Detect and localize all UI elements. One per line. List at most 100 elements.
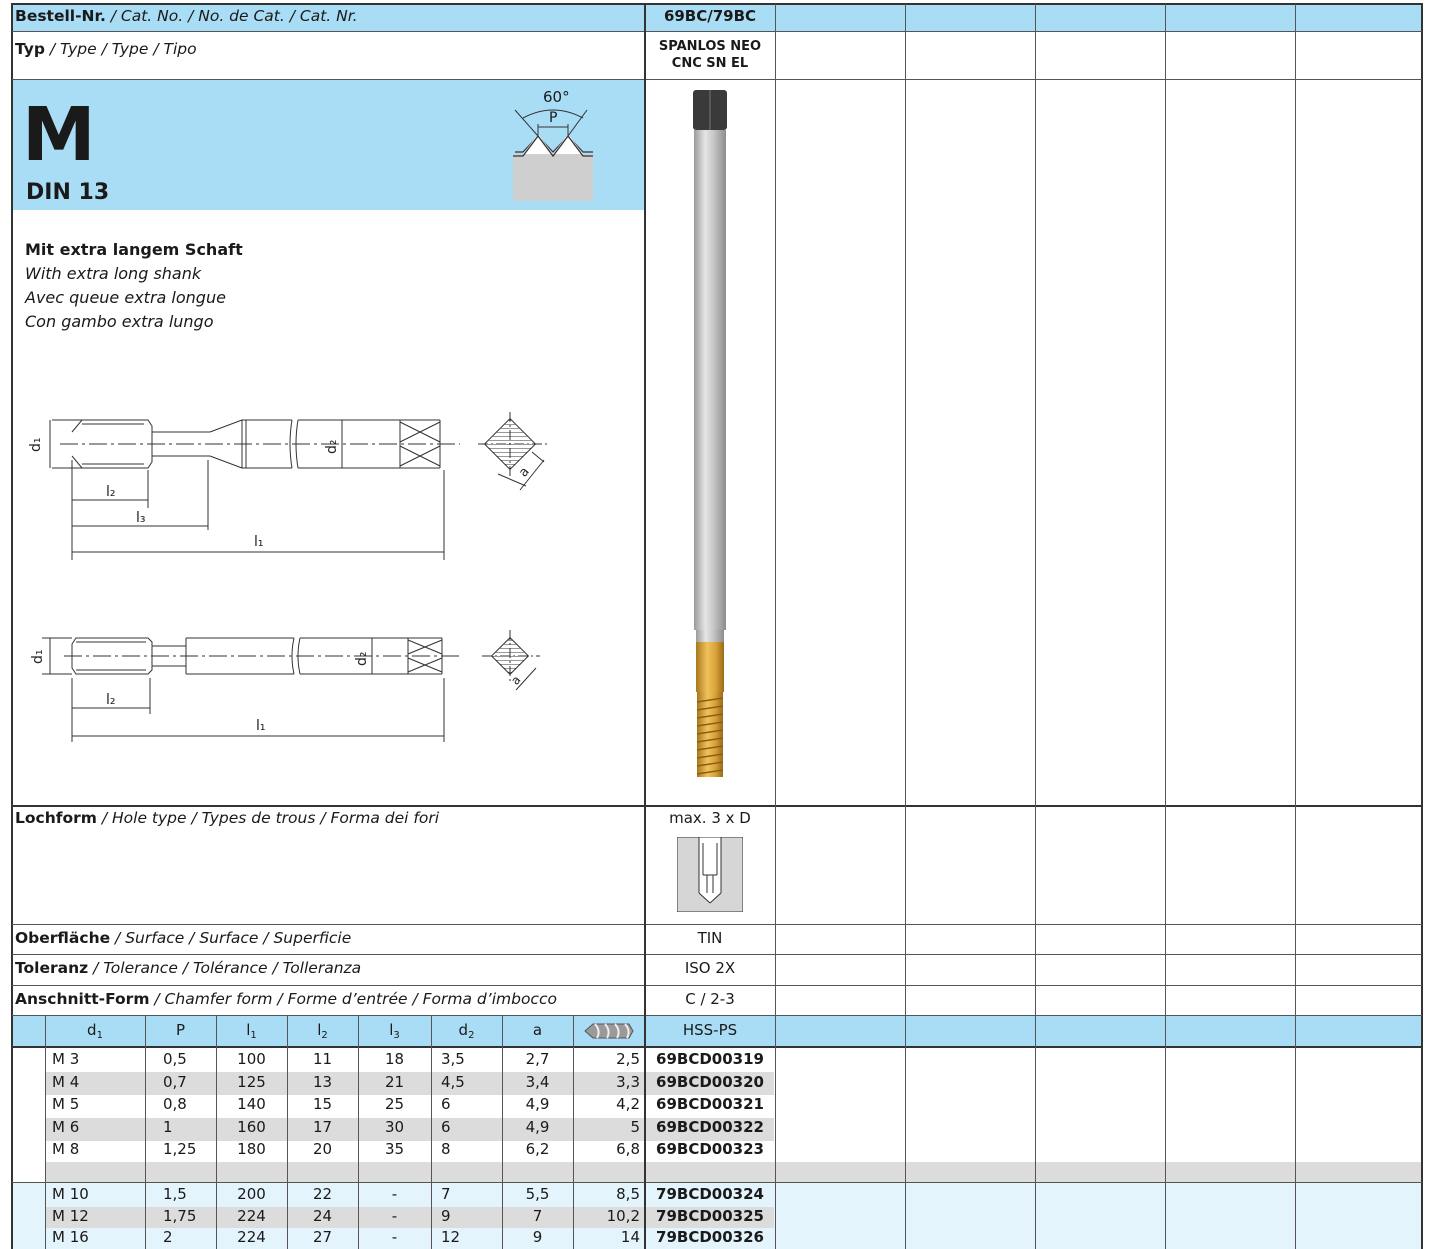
cell-d1: M 3 <box>52 1050 80 1068</box>
cell-d2: 6 <box>441 1117 451 1136</box>
thread-letter: M <box>22 92 96 178</box>
tap-drawing-reduced-shank: d₁ d₂ l₂ l₃ l₁ a <box>28 412 548 560</box>
type-value-line2: CNC SN EL <box>671 56 749 71</box>
cell-code: 79BCD00324 <box>656 1185 764 1203</box>
cell-l2: 24 <box>312 1206 333 1225</box>
cell-l3: 35 <box>384 1140 405 1158</box>
cell-p: 1,5 <box>163 1185 187 1203</box>
cell-p: 1,75 <box>163 1206 197 1225</box>
property-value-chamfer: C / 2-3 <box>685 990 735 1008</box>
cell-d2: 3,5 <box>441 1050 465 1068</box>
description-fr: Avec queue extra longue <box>25 288 226 307</box>
cat-no-label: Bestell-Nr. / Cat. No. / No. de Cat. / C… <box>15 7 358 25</box>
property-rest: / Surface / Surface / Superficie <box>110 929 352 947</box>
col-header-d2: d2 <box>458 1021 475 1041</box>
svg-text:l₂: l₂ <box>106 692 116 708</box>
cat-no-label-rest: / Cat. No. / No. de Cat. / Cat. Nr. <box>105 7 358 25</box>
description-en: With extra long shank <box>25 264 202 283</box>
cell-l1: 200 <box>237 1185 266 1203</box>
cell-l2: 27 <box>312 1228 333 1246</box>
cell-drill: 6,8 <box>616 1140 640 1158</box>
cell-l3: 30 <box>384 1117 405 1136</box>
cell-l3: 25 <box>384 1095 405 1113</box>
svg-text:d₂: d₂ <box>324 440 340 455</box>
cell-p: 1,25 <box>163 1140 197 1158</box>
col-header-hss: HSS-PS <box>682 1021 738 1039</box>
thread-angle-label: 60° <box>543 88 570 106</box>
cell-d1: M 5 <box>52 1095 80 1113</box>
cell-code: 79BCD00325 <box>656 1206 764 1225</box>
svg-text:d₁: d₁ <box>30 650 46 665</box>
cell-d2: 9 <box>441 1206 451 1225</box>
cell-d1: M 6 <box>52 1117 80 1136</box>
group1-stripe <box>45 1162 1422 1182</box>
thread-pitch-label: P <box>549 110 558 126</box>
cell-p: 0,7 <box>163 1072 187 1091</box>
cell-drill: 5 <box>630 1117 640 1136</box>
property-label-surface: Oberfläche / Surface / Surface / Superfi… <box>15 929 351 947</box>
cell-a: 7 <box>532 1206 543 1225</box>
cell-l3: 18 <box>384 1050 405 1068</box>
svg-text:l₁: l₁ <box>254 534 264 550</box>
cell-p: 0,5 <box>163 1050 187 1068</box>
cell-drill: 4,2 <box>616 1095 640 1113</box>
cell-l3: - <box>391 1185 398 1203</box>
type-label-bold: Typ <box>15 40 45 58</box>
property-label-chamfer: Anschnitt-Form / Chamfer form / Forme d’… <box>15 990 557 1008</box>
svg-text:l₃: l₃ <box>136 510 146 526</box>
property-bold: Anschnitt-Form <box>15 990 150 1008</box>
property-rest: / Tolerance / Tolérance / Tolleranza <box>88 959 362 977</box>
svg-text:a: a <box>508 673 523 688</box>
type-label-rest: / Type / Type / Tipo <box>44 40 197 58</box>
cell-d2: 12 <box>441 1228 461 1246</box>
property-value-surface: TIN <box>697 929 723 947</box>
cell-l1: 140 <box>237 1095 266 1113</box>
cell-l1: 224 <box>237 1206 266 1225</box>
cell-d1: M 4 <box>52 1072 80 1091</box>
cell-l1: 125 <box>237 1072 266 1091</box>
col-header-p: P <box>175 1021 186 1039</box>
cell-a: 4,9 <box>525 1095 550 1113</box>
cell-l3: 21 <box>384 1072 405 1091</box>
cell-l2: 13 <box>312 1072 333 1091</box>
cell-p: 2 <box>163 1228 173 1246</box>
cell-l2: 15 <box>312 1095 333 1113</box>
cell-code: 69BCD00319 <box>656 1050 764 1068</box>
cell-d1: M 8 <box>52 1140 80 1158</box>
thread-standard: DIN 13 <box>26 180 110 205</box>
drill-icon <box>584 1023 634 1039</box>
cell-drill: 3,3 <box>616 1072 640 1091</box>
cell-d2: 6 <box>441 1095 451 1113</box>
property-value-hole-type: max. 3 x D <box>669 809 751 827</box>
cell-l3: - <box>391 1206 398 1225</box>
property-rest: / Hole type / Types de trous / Forma dei… <box>96 809 440 827</box>
cell-d1: M 10 <box>52 1185 89 1203</box>
property-value-tolerance: ISO 2X <box>684 959 736 977</box>
cell-l1: 180 <box>237 1140 266 1158</box>
cell-drill: 10,2 <box>606 1206 640 1225</box>
blind-hole-icon <box>677 837 743 912</box>
cell-l1: 100 <box>237 1050 266 1068</box>
cell-d2: 8 <box>441 1140 451 1158</box>
property-rest: / Chamfer form / Forme d’entrée / Forma … <box>149 990 557 1008</box>
cell-code: 69BCD00322 <box>656 1117 764 1136</box>
cell-code: 69BCD00323 <box>656 1140 764 1158</box>
type-label: Typ / Type / Type / Tipo <box>15 40 197 58</box>
col-header-l3: l3 <box>389 1021 400 1041</box>
cell-d1: M 16 <box>52 1228 89 1246</box>
cell-a: 4,9 <box>525 1117 550 1136</box>
svg-text:l₂: l₂ <box>106 484 116 500</box>
cell-l1: 224 <box>237 1228 266 1246</box>
cell-l2: 11 <box>312 1050 333 1068</box>
svg-text:d₂: d₂ <box>354 652 370 667</box>
property-label-tolerance: Toleranz / Tolerance / Tolérance / Tolle… <box>15 959 361 977</box>
cat-no-value: 69BC/79BC <box>663 7 757 25</box>
property-label-hole-type: Lochform / Hole type / Types de trous / … <box>15 809 439 827</box>
cell-a: 3,4 <box>525 1072 550 1091</box>
cell-d2: 7 <box>441 1185 451 1203</box>
cell-code: 69BCD00320 <box>656 1072 764 1091</box>
cell-a: 6,2 <box>525 1140 550 1158</box>
description-de: Mit extra langem Schaft <box>25 240 243 259</box>
cell-l2: 22 <box>312 1185 333 1203</box>
cell-p: 1 <box>163 1117 173 1136</box>
